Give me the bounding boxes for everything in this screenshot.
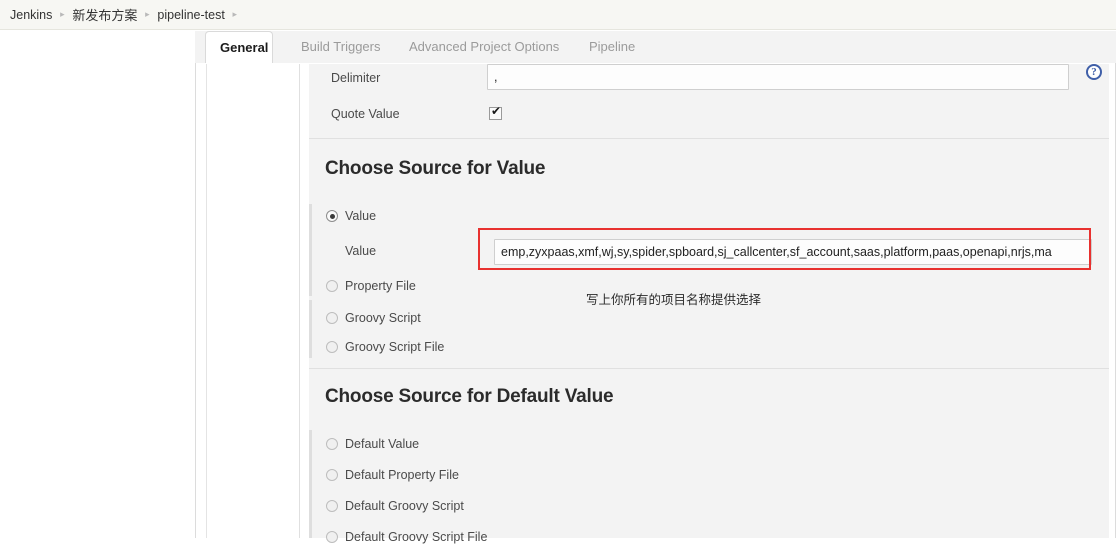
radio-label-default-groovy-script: Default Groovy Script <box>345 499 464 513</box>
breadcrumb-separator-icon: ▸ <box>232 9 238 19</box>
radio-row-default-property-file[interactable]: Default Property File <box>309 464 1109 490</box>
breadcrumb-item-job[interactable]: pipeline-test <box>157 8 224 22</box>
tab-build-triggers[interactable]: Build Triggers <box>287 31 394 63</box>
radio-label-default-groovy-script-file: Default Groovy Script File <box>345 530 488 544</box>
form-left-gutter <box>206 64 300 538</box>
default-value-section-heading: Choose Source for Default Value <box>325 386 614 407</box>
radio-row-groovy-script[interactable]: Groovy Script <box>309 307 1109 333</box>
delimiter-label: Delimiter <box>331 71 381 85</box>
config-tab-strip: General Build Triggers Advanced Project … <box>195 31 1116 64</box>
value-field-row: Value <box>309 239 1109 277</box>
radio-property-file[interactable] <box>326 280 338 292</box>
breadcrumb-separator-icon: ▸ <box>60 9 65 19</box>
radio-value[interactable] <box>326 210 338 222</box>
delimiter-input[interactable] <box>487 64 1069 90</box>
tab-general[interactable]: General <box>205 31 273 64</box>
radio-row-groovy-script-file[interactable]: Groovy Script File <box>309 336 1109 362</box>
tab-advanced-project-options[interactable]: Advanced Project Options <box>395 31 573 63</box>
quote-value-checkbox[interactable]: ✔ <box>489 104 502 120</box>
radio-default-groovy-script[interactable] <box>326 500 338 512</box>
radio-label-groovy-script-file: Groovy Script File <box>345 340 445 354</box>
radio-row-default-groovy-script-file[interactable]: Default Groovy Script File <box>309 526 1109 552</box>
radio-groovy-script[interactable] <box>326 312 338 324</box>
tab-pipeline[interactable]: Pipeline <box>575 31 649 63</box>
quote-value-row: Quote Value ✔ <box>309 102 1109 140</box>
radio-default-property-file[interactable] <box>326 469 338 481</box>
radio-default-value[interactable] <box>326 438 338 450</box>
annotation-text: 写上你所有的项目名称提供选择 <box>586 292 762 307</box>
section-divider <box>309 138 1109 139</box>
help-icon[interactable]: ? <box>1086 64 1102 80</box>
value-section-heading: Choose Source for Value <box>325 158 546 179</box>
radio-label-default-property-file: Default Property File <box>345 468 459 482</box>
delimiter-row: Delimiter <box>309 64 1109 102</box>
radio-row-default-groovy-script[interactable]: Default Groovy Script <box>309 495 1109 521</box>
radio-label-groovy-script: Groovy Script <box>345 311 421 325</box>
radio-groovy-script-file[interactable] <box>326 341 338 353</box>
value-field-input[interactable] <box>494 239 1092 265</box>
breadcrumb-item-folder[interactable]: 新发布方案 <box>72 5 137 24</box>
breadcrumb-item-jenkins[interactable]: Jenkins <box>10 8 52 22</box>
radio-row-value[interactable]: Value <box>309 205 1109 231</box>
radio-label-property-file: Property File <box>345 279 416 293</box>
breadcrumb-separator-icon: ▸ <box>145 9 150 19</box>
section-divider <box>309 368 1109 369</box>
value-field-label: Value <box>345 244 377 258</box>
checkmark-icon: ✔ <box>491 104 502 118</box>
radio-label-default-value: Default Value <box>345 437 420 451</box>
breadcrumb: Jenkins ▸ 新发布方案 ▸ pipeline-test ▸ <box>0 0 1116 30</box>
quote-value-label: Quote Value <box>331 107 400 121</box>
radio-row-default-value[interactable]: Default Value <box>309 433 1109 459</box>
radio-label-value: Value <box>345 209 377 223</box>
radio-default-groovy-script-file[interactable] <box>326 531 338 543</box>
